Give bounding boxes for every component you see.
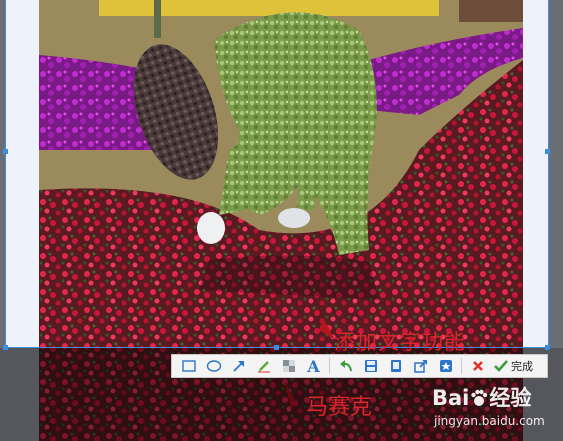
copy-button[interactable] bbox=[383, 355, 408, 377]
undo-button[interactable] bbox=[333, 355, 358, 377]
close-icon bbox=[472, 361, 483, 371]
pen-icon bbox=[257, 361, 270, 373]
watermark-url: jingyan.baidu.com bbox=[434, 414, 545, 428]
rectangle-icon bbox=[181, 360, 196, 372]
resize-handle-right[interactable] bbox=[545, 149, 550, 154]
resize-handle-bottom-right[interactable] bbox=[545, 345, 550, 350]
pin-icon bbox=[439, 360, 452, 372]
resize-handle-left[interactable] bbox=[3, 149, 8, 154]
text-tool-button[interactable]: A bbox=[301, 355, 326, 377]
rectangle-tool-button[interactable] bbox=[176, 355, 201, 377]
toolbar-divider bbox=[461, 358, 462, 374]
save-button[interactable] bbox=[358, 355, 383, 377]
undo-icon bbox=[339, 360, 352, 372]
arrow-tool-button[interactable] bbox=[226, 355, 251, 377]
cancel-button[interactable] bbox=[465, 355, 490, 377]
copy-icon bbox=[390, 360, 401, 372]
done-button-label: 完成 bbox=[511, 361, 533, 373]
ellipse-icon bbox=[206, 360, 221, 372]
resize-handle-bottom-left[interactable] bbox=[3, 345, 8, 350]
mosaic-icon bbox=[282, 360, 295, 372]
toolbar-divider bbox=[329, 358, 330, 374]
text-icon: A bbox=[307, 356, 320, 376]
pen-tool-button[interactable] bbox=[251, 355, 276, 377]
ellipse-tool-button[interactable] bbox=[201, 355, 226, 377]
done-button[interactable]: 完成 bbox=[490, 355, 537, 377]
paw-icon bbox=[471, 389, 488, 406]
resize-handle-bottom[interactable] bbox=[274, 345, 279, 350]
share-button[interactable] bbox=[408, 355, 433, 377]
watermark-brand: Bai 经验 bbox=[432, 386, 532, 410]
mosaic-tool-button[interactable] bbox=[276, 355, 301, 377]
page-frame-left bbox=[6, 0, 39, 348]
save-icon bbox=[364, 360, 377, 372]
page-frame-right bbox=[523, 0, 548, 348]
share-icon bbox=[413, 360, 427, 373]
annotation-text-top: 添加文字功能 bbox=[334, 330, 466, 354]
baidu-jingyan-watermark: Bai 经验 jingyan.baidu.com bbox=[432, 382, 562, 438]
screenshot-toolbar: A 完成 bbox=[171, 354, 548, 378]
screenshot-stage: 添加文字功能 马赛克 A 完成 Bai 经验 jingyan.baidu.com bbox=[0, 0, 563, 441]
checkmark-icon bbox=[494, 360, 508, 372]
annotation-text-bottom: 马赛克 bbox=[306, 395, 373, 420]
arrow-icon bbox=[232, 361, 244, 372]
pin-button[interactable] bbox=[433, 355, 458, 377]
